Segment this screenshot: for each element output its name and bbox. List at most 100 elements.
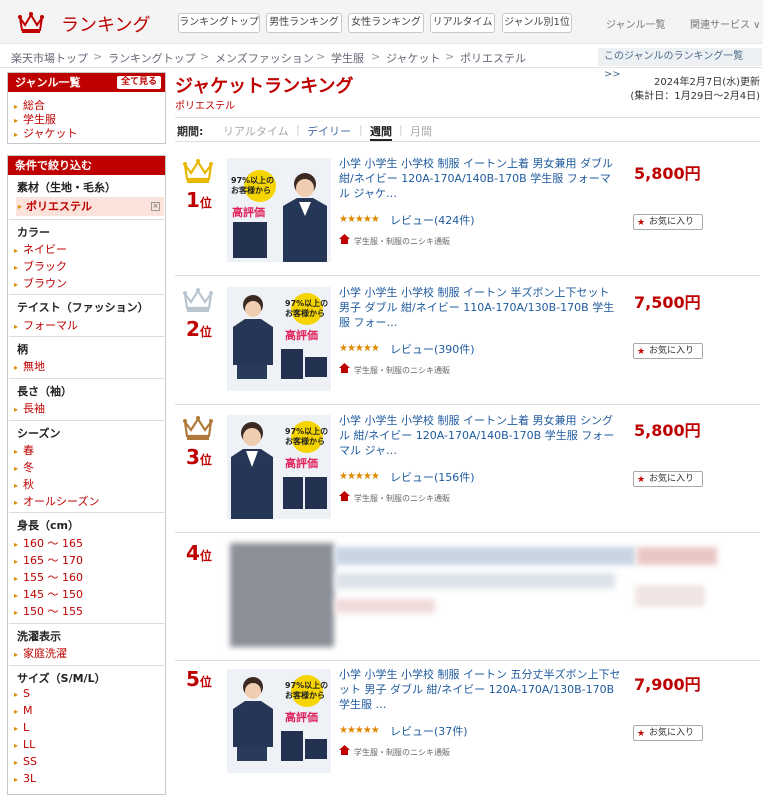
rank-number: 1位 (186, 188, 212, 212)
filter-pattern-plain[interactable]: 無地 (14, 358, 45, 374)
tab-genre-first[interactable]: ジャンル別1位 (502, 13, 572, 33)
ranking-item-blurred: 4位 (175, 533, 760, 661)
tab-ranking-top[interactable]: ランキングトップ (178, 13, 260, 33)
crown-logo-icon[interactable] (18, 10, 44, 34)
filter-height-155-160[interactable]: 155 ～ 160 (14, 569, 83, 585)
filter-size-3l[interactable]: 3L (14, 772, 36, 785)
review-count-link[interactable]: レビュー(424件) (390, 212, 475, 228)
product-title-link[interactable]: 小学 小学生 小学校 制服 イートン 半ズボン上下セット 男子 ダブル 紺/ネイ… (339, 285, 621, 330)
period-monthly[interactable]: 月間 (410, 123, 432, 139)
tab-womens-ranking[interactable]: 女性ランキング (348, 13, 424, 33)
filter-season-winter[interactable]: 冬 (14, 459, 34, 475)
review-count-link[interactable]: レビュー(37件) (390, 723, 468, 739)
height-heading: 身長（cm） (17, 519, 79, 532)
shop-name-link[interactable]: 学生服・制服のニシキ通販 (354, 493, 450, 504)
filter-season-autumn[interactable]: 秋 (14, 476, 34, 492)
badge-high-rating: 高評価 (285, 711, 318, 724)
tab-mens-ranking[interactable]: 男性ランキング (266, 13, 342, 33)
blurred-product-image (230, 543, 334, 647)
filter-size-s[interactable]: S (14, 687, 30, 700)
product-image[interactable]: 97%以上の お客様から 高評価 (227, 287, 331, 391)
filter-size-m[interactable]: M (14, 704, 33, 717)
season-heading: シーズン (17, 427, 61, 440)
genre-ranking-list-link[interactable]: このジャンルのランキング一覧 >> (598, 48, 762, 80)
clear-filter-icon[interactable]: × (151, 202, 160, 211)
filter-size-l[interactable]: L (14, 721, 29, 734)
shop-name-link[interactable]: 学生服・制服のニシキ通販 (354, 365, 450, 376)
crumb-ranking-top[interactable]: ランキングトップ (108, 50, 196, 66)
filter-season-spring[interactable]: 春 (14, 442, 34, 458)
shop-name-link[interactable]: 学生服・制服のニシキ通販 (354, 747, 450, 758)
blurred-rating (335, 599, 435, 613)
period-daily[interactable]: デイリー (307, 123, 351, 139)
period-weekly[interactable]: 週間 (370, 123, 392, 141)
badge-97-percent: 97%以上の お客様から (285, 681, 329, 700)
filter-size-ss[interactable]: SS (14, 755, 37, 768)
filter-color-black[interactable]: ブラック (14, 258, 67, 274)
gold-crown-icon (183, 159, 213, 183)
related-services-link[interactable]: 関連サービス ∨ (690, 16, 761, 31)
shop-name-link[interactable]: 学生服・制服のニシキ通販 (354, 236, 450, 247)
ranking-item: 1位 97%以上の お客様から 高評価 小学 小学生 小学校 制服 イートン上着 … (175, 148, 760, 276)
filter-height-145-150[interactable]: 145 ～ 150 (14, 586, 83, 602)
genre-box: ジャンル一覧 全て見る 総合 学生服 ジャケット (7, 72, 166, 144)
filter-color-navy[interactable]: ネイビー (14, 241, 67, 257)
section-divider (9, 665, 166, 666)
rank-number: 5位 (186, 667, 212, 691)
product-image[interactable]: 97%以上の お客様から 高評価 (227, 669, 331, 773)
filter-box-header: 条件で絞り込む (8, 156, 165, 175)
favorite-button[interactable]: お気に入り (633, 725, 703, 741)
filter-wash-home[interactable]: 家庭洗濯 (14, 645, 67, 661)
crumb-school-uniform[interactable]: 学生服 (331, 50, 364, 66)
material-heading: 素材（生地・毛糸） (17, 181, 116, 194)
silver-crown-icon (183, 288, 213, 312)
period-selector: 期間: リアルタイム | デイリー | 週間 | 月間 (175, 117, 760, 142)
filter-taste-formal[interactable]: フォーマル (14, 317, 78, 333)
filter-size-ll[interactable]: LL (14, 738, 35, 751)
genre-item-jacket[interactable]: ジャケット (14, 125, 77, 141)
favorite-button[interactable]: お気に入り (633, 214, 703, 230)
breadcrumb: 楽天市場トップ > ランキングトップ > メンズファッション > 学生服 > ジ… (0, 46, 763, 80)
review-count-link[interactable]: レビュー(156件) (390, 469, 475, 485)
blurred-favorite (635, 585, 705, 607)
filter-height-150-155[interactable]: 150 ～ 155 (14, 603, 83, 619)
filter-sleeve-long[interactable]: 長袖 (14, 400, 45, 416)
favorite-button[interactable]: お気に入り (633, 343, 703, 359)
crumb-separator: > (93, 50, 103, 63)
filter-season-all[interactable]: オールシーズン (14, 493, 99, 509)
filter-color-brown[interactable]: ブラウン (14, 275, 67, 291)
aggregation-period: (集計日：1月29日～2月4日) (630, 91, 760, 102)
period-realtime[interactable]: リアルタイム (223, 123, 289, 139)
brand-title[interactable]: ランキング (61, 11, 150, 37)
genre-list-link[interactable]: ジャンル一覧 (606, 16, 666, 31)
filter-height-165-170[interactable]: 165 ～ 170 (14, 552, 83, 568)
product-title-link[interactable]: 小学 小学生 小学校 制服 イートン上着 男女兼用 ダブル 紺/ネイビー 120… (339, 156, 621, 201)
tab-realtime[interactable]: リアルタイム (430, 13, 495, 33)
material-selected-polyester[interactable]: ポリエステル × (16, 197, 164, 216)
product-title-link[interactable]: 小学 小学生 小学校 制服 イートン上着 男女兼用 シングル 紺/ネイビー 12… (339, 413, 621, 458)
rating-stars: ★★★★★ (339, 471, 380, 482)
favorite-button[interactable]: お気に入り (633, 471, 703, 487)
global-header: ランキング ランキングトップ 男性ランキング 女性ランキング リアルタイム ジャ… (0, 0, 763, 44)
crumb-rakuten-top[interactable]: 楽天市場トップ (11, 50, 88, 66)
see-all-button[interactable]: 全て見る (116, 76, 161, 89)
rating-stars: ★★★★★ (339, 214, 380, 225)
ranking-item: 2位 97%以上の お客様から 高評価 小学 小学生 小学校 制服 イートン 半ズ… (175, 277, 760, 405)
crumb-separator: > (445, 50, 455, 63)
filter-height-160-165[interactable]: 160 ～ 165 (14, 535, 83, 551)
section-divider (9, 420, 166, 421)
crumb-polyester[interactable]: ポリエステル (460, 50, 526, 66)
product-image[interactable]: 97%以上の お客様から 高評価 (227, 158, 331, 262)
rank-number: 3位 (186, 445, 212, 469)
badge-high-rating: 高評価 (285, 457, 318, 470)
product-image[interactable]: 97%以上の お客様から 高評価 (227, 415, 331, 519)
crumb-mens-fashion[interactable]: メンズファッション (215, 50, 314, 66)
review-count-link[interactable]: レビュー(390件) (390, 341, 475, 357)
blurred-title (335, 547, 635, 565)
product-price: 7,500円 (634, 293, 701, 312)
crumb-jacket[interactable]: ジャケット (386, 50, 440, 66)
blurred-price (637, 547, 717, 565)
update-info: 2024年2月7日(水)更新 (集計日：1月29日～2月4日) (630, 76, 760, 104)
product-title-link[interactable]: 小学 小学生 小学校 制服 イートン 五分丈半ズボン上下セット 男子 ダブル 紺… (339, 667, 621, 712)
period-label: 期間: (177, 125, 204, 138)
